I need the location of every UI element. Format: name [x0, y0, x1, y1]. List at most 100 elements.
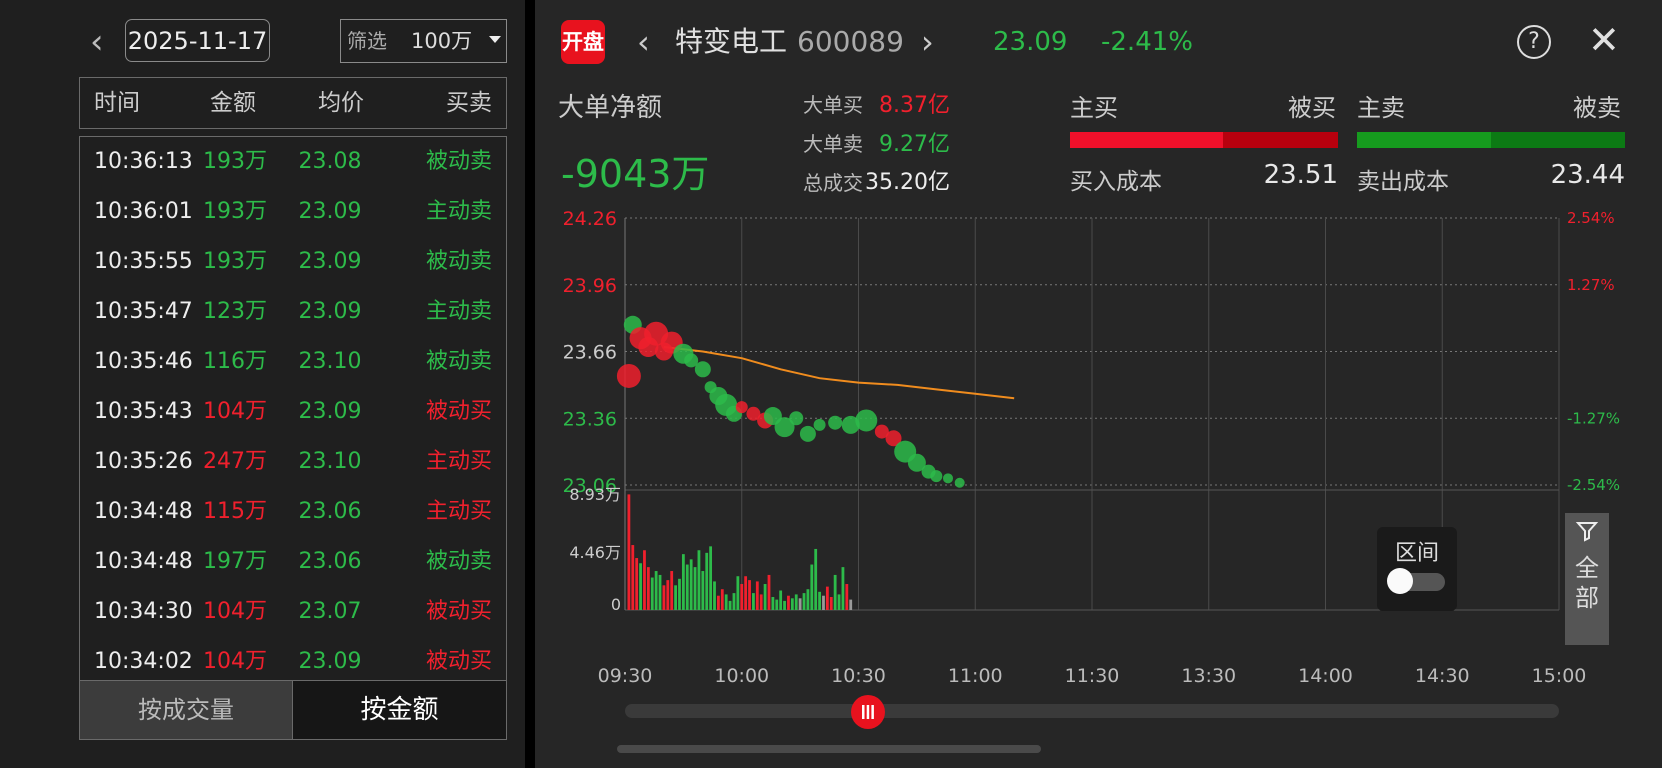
table-row[interactable]: 10:35:47 123万 23.09 主动卖 [80, 287, 506, 337]
row-side: 主动买 [425, 499, 492, 524]
big-order-bubble [954, 477, 965, 488]
volume-bar [658, 574, 662, 610]
table-row[interactable]: 10:34:48 115万 23.06 主动买 [80, 487, 506, 537]
big-order-bubble [799, 425, 816, 442]
volume-bar [810, 564, 814, 610]
passive-buy-label: 被买 [1288, 94, 1336, 122]
volume-bar [752, 593, 755, 610]
time-slider-handle[interactable] [850, 695, 885, 729]
volume-bar [631, 545, 635, 610]
date-selector[interactable]: 2025-11-17 [125, 19, 270, 62]
by-amount-button[interactable]: 按金额 [293, 680, 507, 740]
volume-bar [705, 552, 709, 610]
date-back-icon[interactable]: ‹ [90, 22, 120, 62]
row-amount: 116万 [203, 349, 267, 374]
caret-down-icon [489, 36, 501, 43]
volume-bar [724, 594, 728, 610]
buy-cost-label: 买入成本 [1070, 169, 1162, 195]
stock-price: 23.09 [993, 27, 1068, 57]
stock-name: 特变电工 [675, 25, 788, 58]
volume-bar [783, 600, 786, 610]
table-row[interactable]: 10:35:46 116万 23.10 被动卖 [80, 337, 506, 387]
big-order-bubble [789, 411, 804, 426]
table-row[interactable]: 10:36:13 193万 23.08 被动卖 [80, 137, 506, 187]
col-side: 买卖 [446, 90, 492, 116]
col-amount: 金额 [210, 90, 256, 116]
row-side: 被动买 [425, 599, 492, 624]
big-order-bubble [828, 415, 843, 430]
scroll-indicator [617, 745, 1041, 753]
row-time: 10:35:55 [94, 249, 193, 274]
table-row[interactable]: 10:35:43 104万 23.09 被动买 [80, 387, 506, 437]
volume-bar [802, 593, 806, 610]
toggle-knob [1387, 568, 1413, 594]
range-toggle[interactable] [1387, 568, 1445, 594]
help-icon[interactable]: ? [1517, 25, 1551, 59]
volume-bar [837, 594, 841, 610]
volume-bar [771, 597, 775, 610]
row-avg-price: 23.10 [298, 349, 362, 374]
volume-bar [744, 576, 748, 610]
volume-bar [701, 571, 705, 610]
big-order-bubble [855, 409, 878, 432]
volume-bar [678, 578, 681, 610]
row-time: 10:34:48 [94, 499, 193, 524]
time-axis-label: 11:00 [948, 665, 1003, 687]
by-volume-button[interactable]: 按成交量 [79, 680, 293, 740]
volume-bar [822, 595, 825, 610]
sell-active-fill [1357, 132, 1491, 148]
trade-table[interactable]: 10:36:13 193万 23.08 被动卖 10:36:01 193万 23.09 主动卖… [79, 136, 507, 680]
range-label: 区间 [1394, 541, 1439, 566]
pct-axis-label: 2.54% [1567, 209, 1615, 227]
big-order-bubble [694, 361, 711, 378]
volume-bar [670, 571, 674, 610]
filter-value: 100万 [411, 29, 473, 53]
row-amount: 123万 [203, 299, 267, 324]
row-side: 被动卖 [425, 349, 492, 374]
filter-all-button[interactable]: 全部 [1565, 513, 1609, 645]
time-slider-track[interactable] [625, 704, 1559, 718]
row-avg-price: 23.06 [298, 499, 362, 524]
row-amount: 193万 [203, 149, 267, 174]
volume-bar [849, 599, 853, 610]
table-row[interactable]: 10:34:30 104万 23.07 被动买 [80, 587, 506, 637]
filter-dropdown[interactable]: 筛选 100万 [340, 19, 507, 63]
intraday-chart[interactable]: 24.26 2.54%23.96 1.27%23.6623.36 -1.27%23.0… [535, 200, 1635, 700]
volume-bar [767, 574, 771, 610]
table-row[interactable]: 10:35:55 193万 23.09 被动卖 [80, 237, 506, 287]
close-icon[interactable]: ✕ [1588, 18, 1620, 62]
big-order-bubble [943, 473, 954, 484]
prev-stock-icon[interactable]: ‹ [637, 20, 650, 64]
table-row[interactable]: 10:35:26 247万 23.10 主动买 [80, 437, 506, 487]
table-row[interactable]: 10:34:48 197万 23.06 被动卖 [80, 537, 506, 587]
row-time: 10:35:26 [94, 449, 193, 474]
next-stock-icon[interactable]: › [921, 20, 934, 64]
big-order-bubble [813, 418, 826, 431]
range-toggle-box[interactable]: 区间 [1377, 527, 1457, 611]
filter-all-label: 全部 [1575, 554, 1599, 612]
volume-axis-label: 8.93万 [569, 485, 621, 504]
table-row[interactable]: 10:36:01 193万 23.09 主动卖 [80, 187, 506, 237]
row-avg-price: 23.09 [298, 399, 362, 424]
volume-bar [717, 595, 720, 610]
row-time: 10:36:13 [94, 149, 193, 174]
total-value: 35.20亿 [865, 170, 950, 195]
sell-flow-bar [1357, 132, 1625, 148]
volume-bar [790, 598, 794, 610]
passive-sell-label: 被卖 [1573, 94, 1621, 122]
panel-divider [525, 0, 535, 768]
volume-bar [709, 546, 713, 610]
grip-icon [861, 705, 874, 719]
volume-bar [755, 581, 759, 610]
volume-bar [674, 585, 677, 610]
right-panel: 开盘 ‹ 特变电工 600089 › 23.09 -2.41% ? ✕ 大单净额… [535, 0, 1662, 768]
table-row[interactable]: 10:34:02 104万 23.09 被动买 [80, 637, 506, 680]
volume-bar [829, 597, 833, 610]
volume-bar [646, 567, 650, 610]
net-amount-value: -9043万 [561, 152, 710, 196]
row-side: 被动卖 [425, 249, 492, 274]
buy-flow-bar [1070, 132, 1338, 148]
row-avg-price: 23.09 [298, 649, 362, 674]
row-side: 被动买 [425, 399, 492, 424]
price-axis-label: 24.26 [563, 208, 617, 230]
